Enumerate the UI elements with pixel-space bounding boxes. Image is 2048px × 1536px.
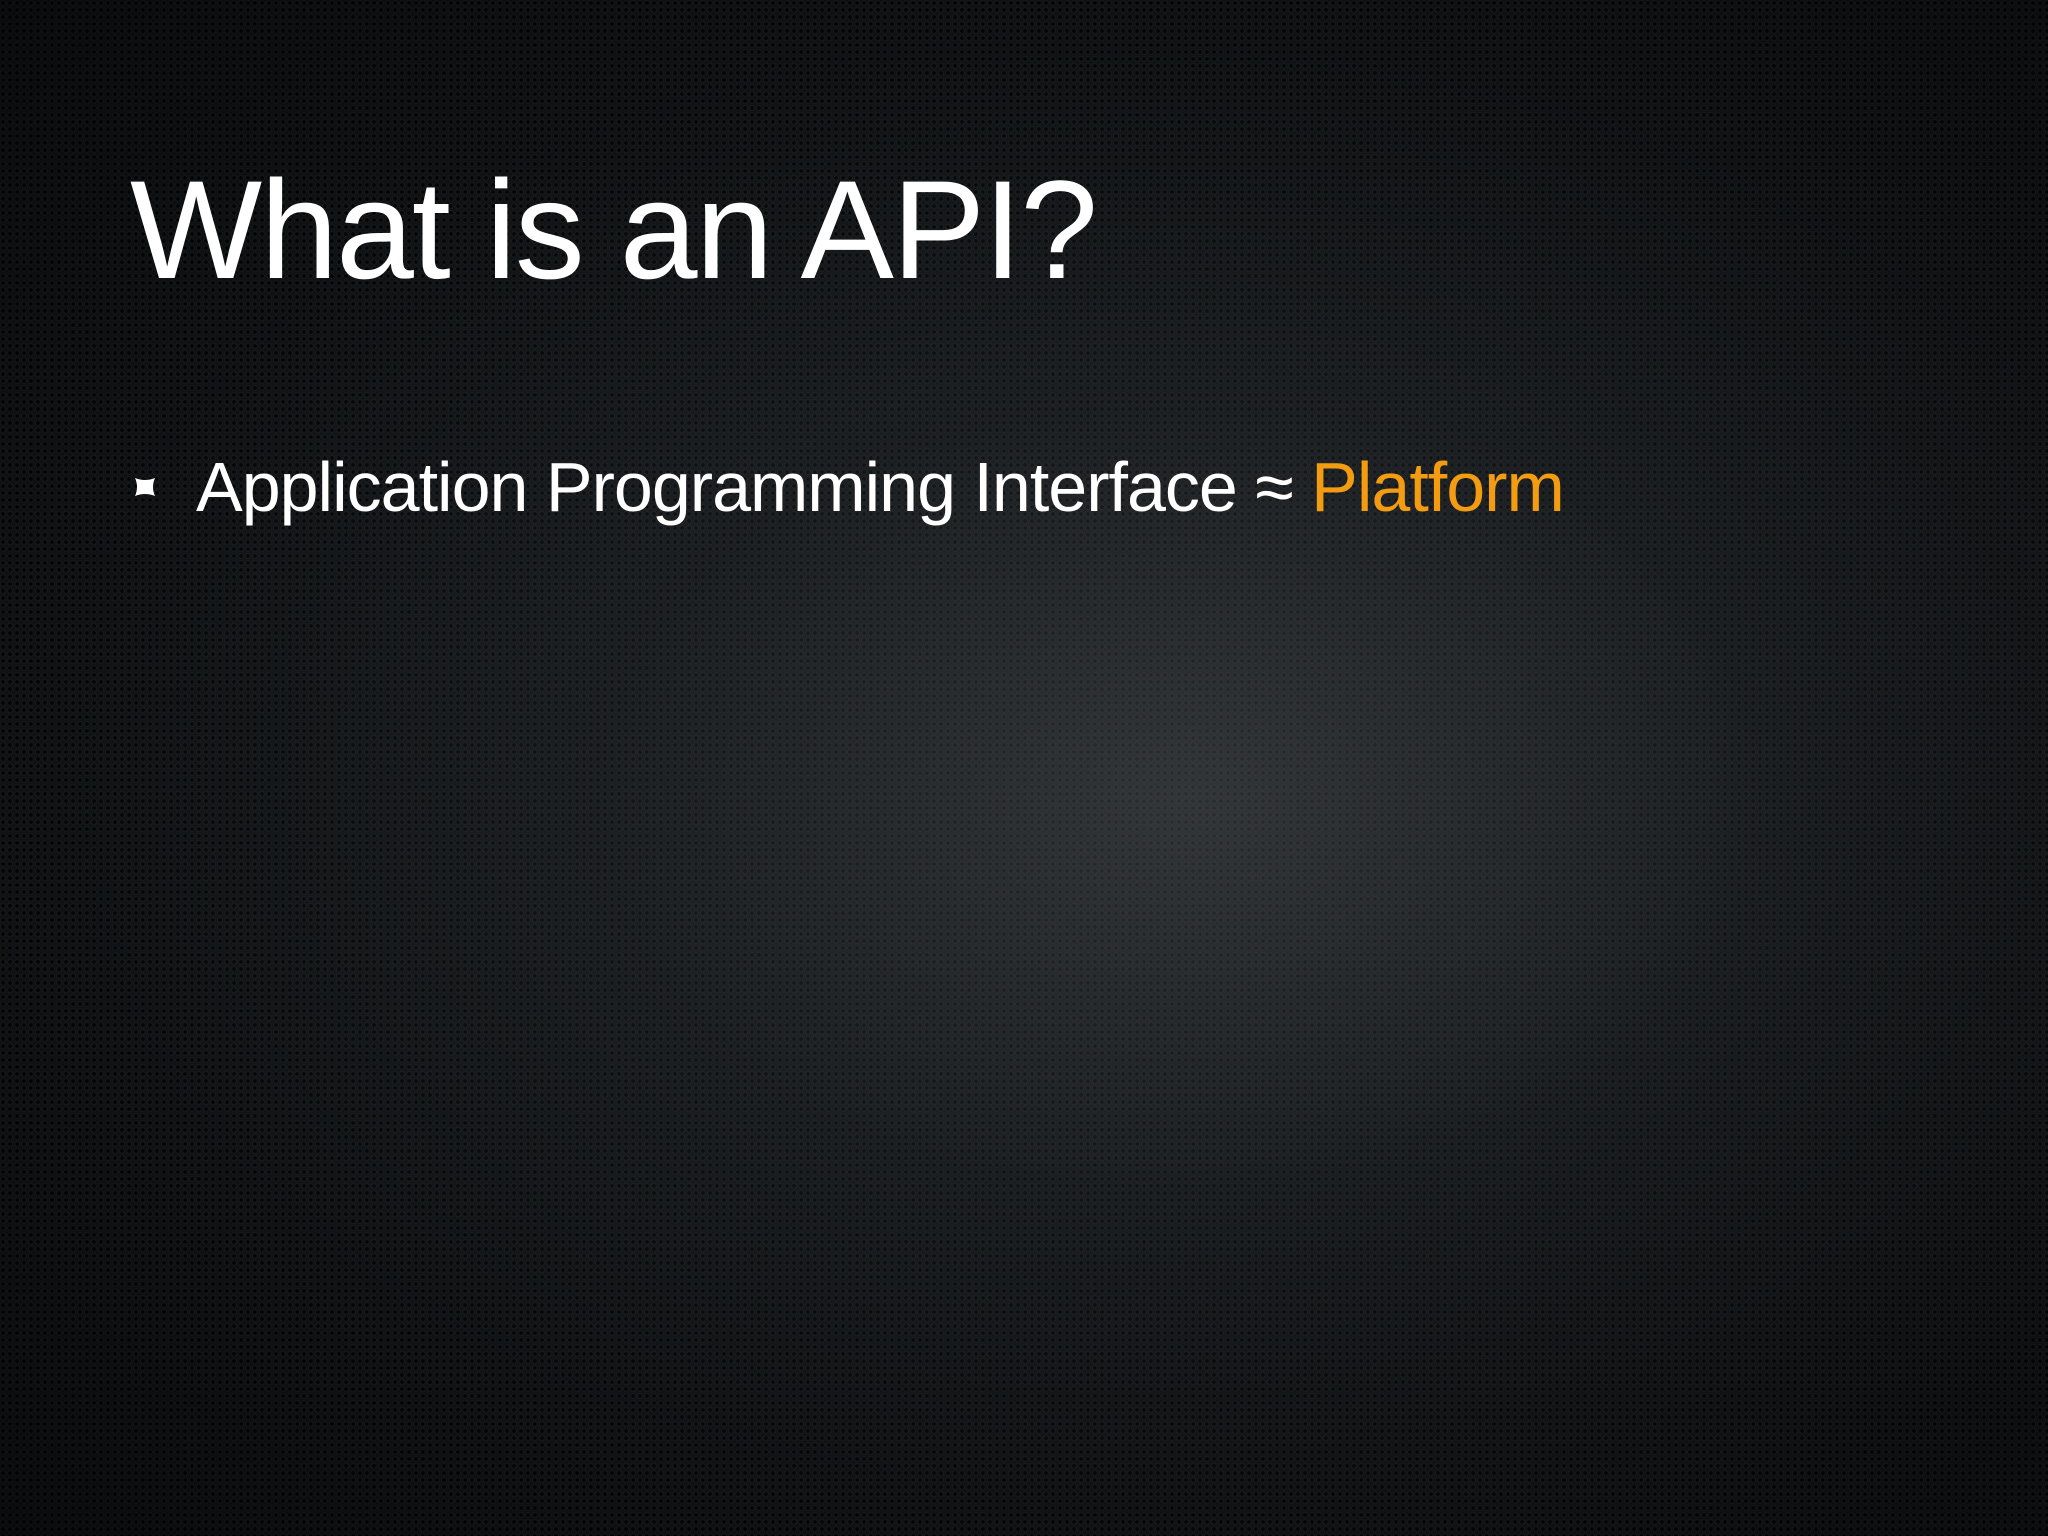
bullet-text-main: Application Programming Interface ≈ bbox=[196, 448, 1312, 526]
bullet-text: Application Programming Interface ≈ Plat… bbox=[196, 452, 1565, 522]
bullet-square-icon bbox=[135, 478, 155, 496]
bullet-item: Application Programming Interface ≈ Plat… bbox=[132, 452, 1565, 522]
slide: What is an API? Application Programming … bbox=[0, 0, 2048, 1536]
slide-title: What is an API? bbox=[130, 151, 1098, 308]
bullet-highlight: Platform bbox=[1311, 448, 1565, 526]
